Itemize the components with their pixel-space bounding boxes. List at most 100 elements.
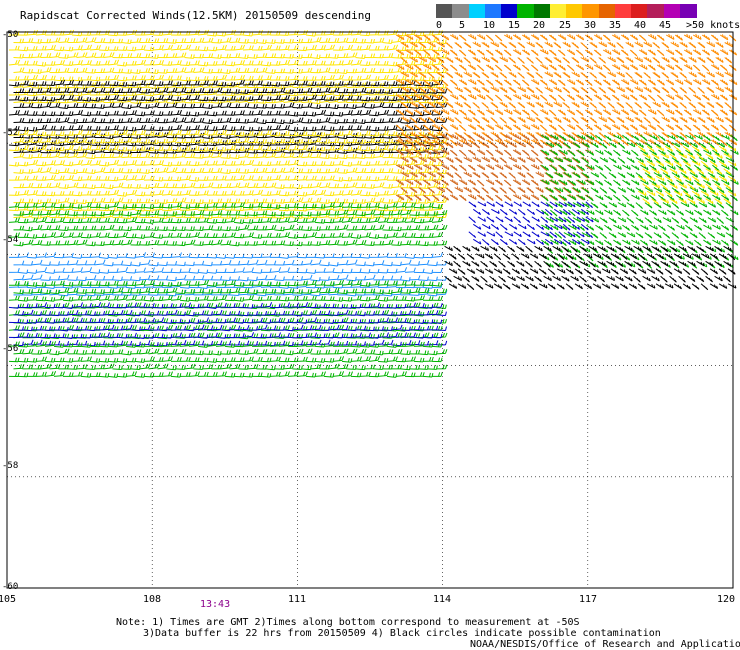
- wind-barb: [121, 198, 132, 204]
- wind-barb: [233, 233, 245, 239]
- wind-barb: [673, 283, 682, 290]
- wind-chart-page: Rapidscat Corrected Winds(12.5KM) 201505…: [0, 0, 740, 650]
- wind-barb: [202, 53, 214, 58]
- wind-barb: [107, 125, 119, 131]
- wind-barb: [359, 254, 371, 259]
- wind-barb: [13, 364, 25, 370]
- wind-barb: [359, 74, 372, 81]
- wind-barb: [67, 169, 78, 174]
- wind-barb: [513, 216, 522, 224]
- wind-barb: [431, 64, 440, 71]
- wind-barb: [206, 218, 218, 224]
- wind-barb: [269, 146, 281, 152]
- wind-barb: [701, 64, 710, 72]
- wind-barb: [18, 233, 29, 238]
- wind-barb: [557, 34, 567, 41]
- wind-barb: [98, 254, 110, 259]
- x-tick-label: 105: [0, 594, 16, 605]
- wind-barb: [431, 296, 443, 301]
- wind-barb: [670, 87, 679, 94]
- wind-barb: [404, 254, 416, 259]
- wind-barb: [13, 183, 25, 189]
- wind-barb: [662, 232, 671, 239]
- wind-barb: [652, 101, 661, 108]
- wind-barb: [301, 87, 313, 93]
- wind-barb: [35, 81, 47, 86]
- wind-barb: [188, 76, 200, 82]
- wind-barb: [80, 144, 92, 151]
- wind-barb: [377, 130, 389, 136]
- wind-barb: [211, 226, 222, 231]
- wind-barb: [157, 53, 169, 59]
- wind-barb: [620, 64, 630, 71]
- wind-barb: [440, 64, 449, 72]
- wind-barb: [638, 34, 647, 42]
- y-tick-label: -58: [2, 461, 18, 471]
- wind-barb: [607, 56, 616, 63]
- wind-barb: [508, 87, 517, 94]
- wind-barb: [116, 161, 128, 166]
- wind-barb: [179, 94, 191, 101]
- wind-barb: [260, 96, 272, 102]
- wind-barb: [445, 171, 454, 179]
- wind-barb: [319, 261, 330, 267]
- wind-barb: [521, 164, 530, 172]
- wind-barb: [229, 118, 241, 123]
- wind-barb: [103, 102, 115, 108]
- wind-barb: [445, 187, 454, 194]
- wind-barb: [359, 176, 371, 181]
- wind-barb: [166, 68, 178, 73]
- wind-barb: [440, 124, 449, 132]
- wind-barb: [292, 117, 304, 123]
- wind-barb: [31, 69, 42, 74]
- wind-barb: [121, 183, 132, 189]
- wind-barb: [432, 372, 443, 377]
- wind-barb: [251, 372, 263, 377]
- wind-barb: [134, 45, 146, 51]
- wind-barb: [332, 279, 345, 286]
- wind-barb: [377, 233, 389, 239]
- wind-barb: [589, 117, 598, 124]
- wind-barb: [314, 146, 326, 152]
- wind-barb: [130, 240, 142, 246]
- wind-barb: [278, 144, 290, 151]
- wind-barb: [346, 225, 358, 231]
- wind-barb: [499, 86, 508, 94]
- wind-barb: [409, 211, 420, 216]
- wind-barb: [31, 167, 43, 174]
- wind-barb: [341, 59, 354, 66]
- wind-barb: [724, 57, 733, 64]
- wind-barb: [283, 68, 294, 74]
- wind-barb: [517, 86, 527, 93]
- wind-barb: [206, 46, 218, 52]
- wind-barb: [391, 103, 403, 109]
- wind-barb: [404, 30, 416, 36]
- wind-barb: [134, 96, 146, 101]
- wind-barb: [629, 78, 639, 85]
- wind-barb: [368, 131, 380, 137]
- wind-barb: [652, 117, 661, 124]
- wind-barb: [615, 245, 624, 252]
- wind-barb: [323, 126, 335, 132]
- wind-barb: [400, 277, 411, 282]
- wind-barb: [49, 152, 61, 159]
- wind-barb: [62, 296, 74, 302]
- wind-barb: [571, 57, 580, 64]
- wind-barb: [382, 53, 394, 58]
- wind-barb: [247, 153, 259, 159]
- wind-barb: [640, 224, 649, 231]
- wind-barb: [521, 34, 531, 41]
- wind-barb: [8, 161, 20, 167]
- wind-barb: [516, 275, 525, 282]
- wind-barb: [265, 198, 276, 204]
- wind-barb: [49, 261, 60, 266]
- wind-barb: [660, 260, 669, 267]
- wind-barb: [71, 218, 83, 224]
- wind-barb: [593, 94, 603, 101]
- wind-barb: [727, 160, 737, 167]
- wind-barb: [730, 194, 738, 202]
- wind-barb: [643, 41, 653, 48]
- wind-barb: [526, 156, 536, 163]
- wind-barb: [224, 268, 236, 273]
- wind-barb: [628, 283, 638, 290]
